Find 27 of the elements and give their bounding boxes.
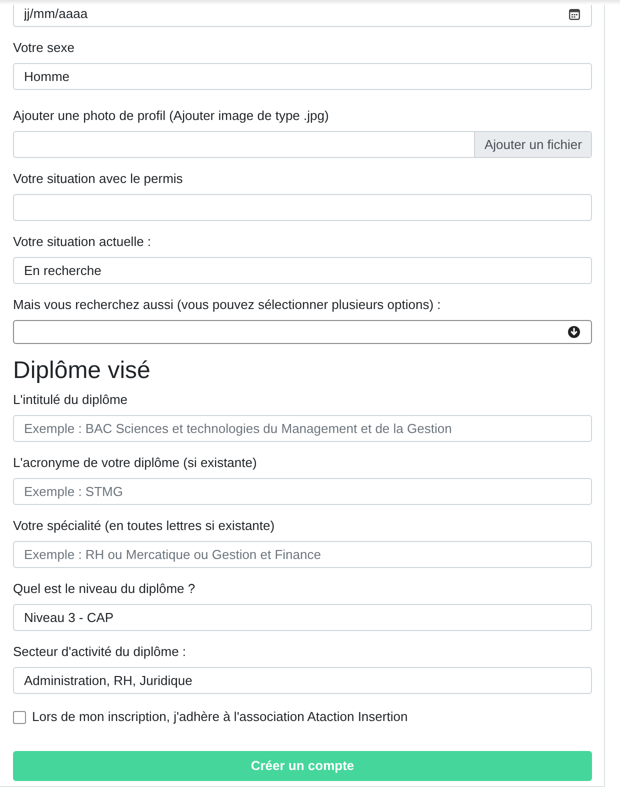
input-field[interactable]: Administration, RH, Juridique (13, 667, 592, 694)
calendar-icon (569, 9, 580, 20)
input-field[interactable]: Homme (13, 63, 592, 90)
file-upload-field[interactable]: Ajouter un fichier (13, 131, 592, 158)
field-label: Mais vous recherchez aussi (vous pouvez sélectionner plusieurs options) : (13, 296, 442, 314)
arrow-down-circle-icon (568, 326, 580, 338)
input-field[interactable]: En recherche (13, 257, 592, 284)
field-label: Votre situation actuelle : (13, 233, 152, 251)
input-field[interactable]: Niveau 3 - CAP (13, 604, 592, 631)
field-label: Votre sexe (13, 39, 76, 57)
checkbox-label: Lors de mon inscription, j'adhère à l'association Ataction Insertion (32, 709, 408, 725)
multiselect-field[interactable] (13, 320, 592, 344)
date-field[interactable]: jj/mm/aaaa (13, 5, 592, 27)
field-label: Ajouter une photo de profil (Ajouter image de type .jpg) (13, 107, 330, 125)
field-label: Secteur d'activité du diplôme : (13, 643, 188, 661)
field-label: Votre spécialité (en toutes lettres si existante) (13, 517, 276, 535)
input-field[interactable]: Exemple : RH ou Mercatique ou Gestion et Finance (13, 541, 592, 568)
input-field[interactable]: Exemple : BAC Sciences et technologies du Management et de la Gestion (13, 415, 592, 442)
field-label: Quel est le niveau du diplôme ? (13, 580, 196, 598)
input-field[interactable]: Exemple : STMG (13, 478, 592, 505)
field-label: L'acronyme de votre diplôme (si existante) (13, 454, 258, 472)
input-field[interactable] (13, 194, 592, 221)
browse-button[interactable]: Ajouter un fichier (474, 132, 591, 157)
field-label: Votre situation avec le permis (13, 170, 184, 188)
field-label: L'intitulé du diplôme (13, 391, 128, 409)
checkbox[interactable] (13, 710, 26, 724)
section-heading: Diplôme visé (13, 356, 152, 385)
